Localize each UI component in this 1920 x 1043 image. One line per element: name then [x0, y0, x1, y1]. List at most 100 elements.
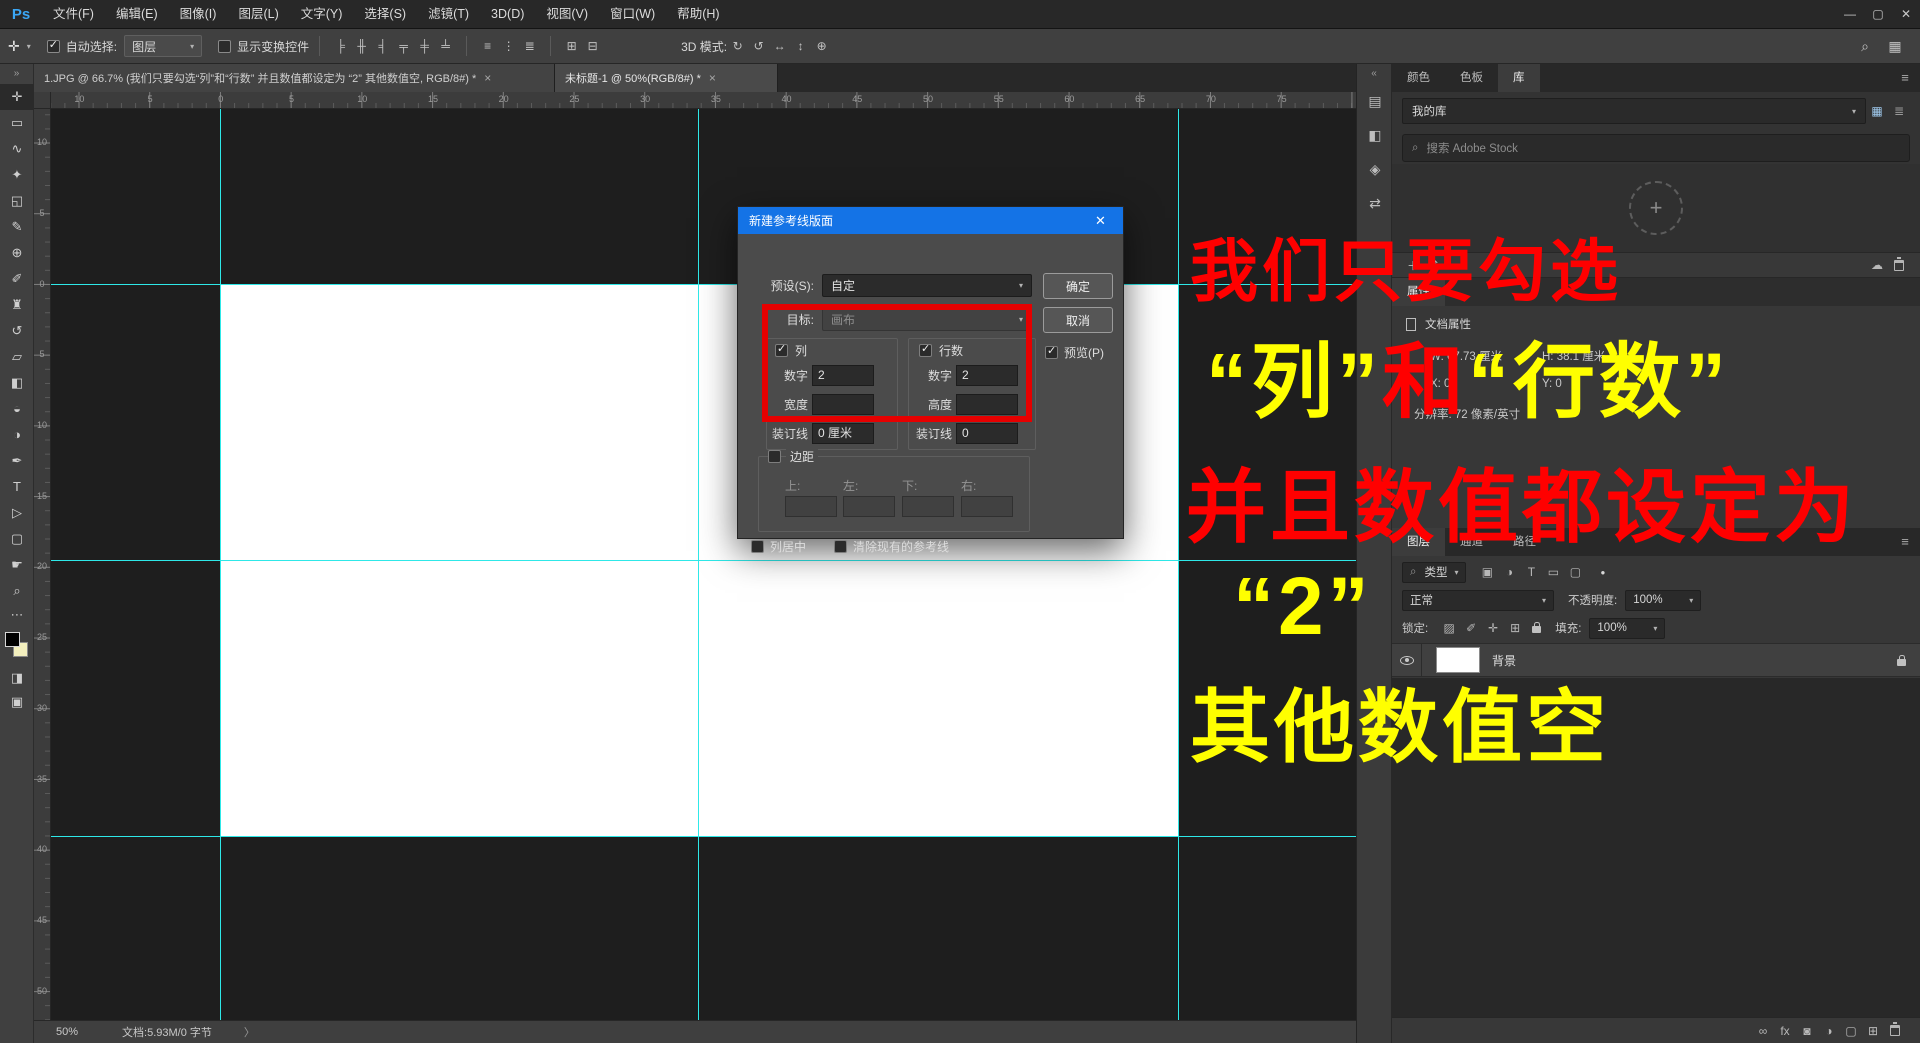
- tool-crop[interactable]: ◱: [0, 188, 34, 214]
- lock-transparency-icon[interactable]: ▨: [1438, 621, 1460, 635]
- guide-vertical-right[interactable]: [1178, 109, 1179, 1020]
- layer-thumbnail[interactable]: [1436, 647, 1480, 673]
- tool-eraser[interactable]: ▱: [0, 344, 34, 370]
- edit-toolbar-icon[interactable]: ⋯: [0, 604, 34, 626]
- info-panel-icon[interactable]: ◈: [1357, 152, 1393, 186]
- status-chevron-icon[interactable]: 〉: [244, 1024, 255, 1040]
- auto-blend-icon[interactable]: ⊟: [582, 35, 603, 57]
- layer-group-icon[interactable]: ▢: [1840, 1024, 1862, 1038]
- align-center-h-icon[interactable]: ╫: [351, 35, 372, 57]
- margins-checkbox[interactable]: [768, 450, 781, 463]
- tab-channels[interactable]: 通道: [1445, 528, 1498, 556]
- distribute-vertical-icon[interactable]: ≡: [477, 35, 498, 57]
- menu-item[interactable]: 选择(S): [353, 0, 417, 29]
- 3d-scale-icon[interactable]: ⊕: [811, 35, 832, 57]
- tool-dodge[interactable]: ◑: [0, 422, 34, 448]
- menu-item[interactable]: 视图(V): [535, 0, 599, 29]
- menu-item[interactable]: 图像(I): [169, 0, 228, 29]
- menu-item[interactable]: 3D(D): [480, 0, 535, 29]
- tool-quick-select[interactable]: ✦: [0, 162, 34, 188]
- document-tab-1[interactable]: 1.JPG @ 66.7% (我们只要勾选“列”和“行数” 并且数值都设定为 “…: [34, 64, 555, 92]
- tool-gradient[interactable]: ◧: [0, 370, 34, 396]
- filter-smart-objects-icon[interactable]: ▢: [1564, 565, 1586, 579]
- cancel-button[interactable]: 取消: [1043, 307, 1113, 333]
- horizontal-ruler[interactable]: 10 5 0 5 10 15 20 25 30 35 40 45 50 55 60 65 70 75: [51, 92, 1356, 109]
- document-tab-2-active[interactable]: 未标题-1 @ 50%(RGB/8#) * ×: [555, 64, 778, 92]
- lock-artboard-icon[interactable]: ⊞: [1504, 621, 1526, 635]
- tab-color[interactable]: 颜色: [1392, 64, 1445, 92]
- dialog-close-button[interactable]: ✕: [1078, 207, 1123, 234]
- tool-eyedropper[interactable]: ✎: [0, 214, 34, 240]
- add-library-item-icon[interactable]: ＋: [1402, 257, 1424, 274]
- guide-vertical-center[interactable]: [698, 109, 699, 1020]
- new-layer-icon[interactable]: ⊞: [1862, 1024, 1884, 1038]
- auto-select-checkbox[interactable]: [46, 39, 60, 53]
- 3d-slide-icon[interactable]: ↕: [790, 35, 811, 57]
- guide-horizontal-top[interactable]: [51, 284, 1356, 285]
- opacity-dropdown[interactable]: 100%: [1625, 589, 1702, 611]
- delete-layer-icon[interactable]: [1890, 1022, 1900, 1036]
- share-library-icon[interactable]: ↥: [1424, 258, 1446, 272]
- lock-pixels-icon[interactable]: ✐: [1460, 621, 1482, 635]
- layers-menu-icon[interactable]: ≡: [1890, 528, 1920, 556]
- color-swatches[interactable]: [0, 630, 34, 666]
- library-drop-target[interactable]: +: [1629, 181, 1683, 235]
- tool-zoom[interactable]: ⌕: [0, 578, 34, 604]
- tool-hand[interactable]: ☛: [0, 552, 34, 578]
- align-bottom-icon[interactable]: ╧: [435, 35, 456, 57]
- tab-close-icon[interactable]: ×: [709, 71, 716, 85]
- search-icon[interactable]: ⌕: [1850, 35, 1880, 57]
- fill-dropdown[interactable]: 100%: [1589, 617, 1666, 639]
- quick-mask-icon[interactable]: ◨: [0, 666, 34, 690]
- align-left-icon[interactable]: ╞: [330, 35, 351, 57]
- layer-row-background[interactable]: 背景: [1392, 643, 1920, 677]
- ok-button[interactable]: 确定: [1043, 273, 1113, 299]
- tool-brush[interactable]: ✐: [0, 266, 34, 292]
- align-right-icon[interactable]: ╡: [372, 35, 393, 57]
- blend-mode-dropdown[interactable]: 正常: [1402, 589, 1554, 611]
- align-middle-icon[interactable]: ╪: [414, 35, 435, 57]
- auto-select-dropdown[interactable]: 图层: [124, 35, 203, 57]
- minimize-button[interactable]: —: [1836, 0, 1864, 29]
- center-columns-checkbox[interactable]: [751, 540, 764, 553]
- tab-swatches[interactable]: 色板: [1445, 64, 1498, 92]
- tab-paths[interactable]: 路径: [1498, 528, 1551, 556]
- tab-libraries[interactable]: 库: [1498, 64, 1540, 92]
- tab-close-icon[interactable]: ×: [484, 71, 491, 85]
- filter-shape-layers-icon[interactable]: ▭: [1542, 565, 1564, 579]
- ruler-corner[interactable]: [34, 92, 51, 109]
- grid-view-icon[interactable]: ▦: [1866, 104, 1888, 118]
- distribute-spacing-icon[interactable]: ≣: [519, 35, 540, 57]
- 3d-drag-icon[interactable]: ↔: [769, 35, 790, 57]
- library-search-input[interactable]: ⌕ 搜索 Adobe Stock: [1402, 134, 1910, 162]
- tool-shape[interactable]: ▢: [0, 526, 34, 552]
- toolstrip-expand-icon[interactable]: »: [0, 64, 33, 84]
- menu-item[interactable]: 滤镜(T): [417, 0, 480, 29]
- layer-visibility-cell[interactable]: [1392, 644, 1422, 676]
- guide-horizontal-center[interactable]: [51, 560, 1356, 561]
- layer-style-icon[interactable]: fx: [1774, 1024, 1796, 1038]
- list-view-icon[interactable]: ≣: [1888, 104, 1910, 118]
- library-dropdown[interactable]: 我的库: [1402, 98, 1866, 124]
- menu-item[interactable]: 文字(Y): [290, 0, 354, 29]
- histogram-panel-icon[interactable]: ▤: [1357, 84, 1393, 118]
- close-window-button[interactable]: ✕: [1892, 0, 1920, 29]
- auto-align-icon[interactable]: ⊞: [561, 35, 582, 57]
- maximize-button[interactable]: ▢: [1864, 0, 1892, 29]
- show-transform-checkbox[interactable]: [218, 39, 232, 53]
- tool-marquee[interactable]: ▭: [0, 110, 34, 136]
- panelstrip-expand-icon[interactable]: «: [1357, 64, 1391, 84]
- vertical-ruler[interactable]: 10 5 0 5 10 15 20 25 30 35 40 45 50: [34, 109, 51, 1020]
- lock-position-icon[interactable]: ✛: [1482, 621, 1504, 635]
- rows-gutter-input[interactable]: 0: [956, 423, 1018, 444]
- filter-toggle-icon[interactable]: ●: [1600, 568, 1605, 577]
- tab-properties[interactable]: 属性: [1392, 278, 1445, 306]
- menu-item[interactable]: 帮助(H): [666, 0, 730, 29]
- tool-lasso[interactable]: ∿: [0, 136, 34, 162]
- lock-all-icon[interactable]: [1532, 621, 1542, 633]
- tool-clone-stamp[interactable]: ♜: [0, 292, 34, 318]
- delete-library-item-icon[interactable]: [1894, 256, 1904, 271]
- distribute-horizontal-icon[interactable]: ⋮: [498, 35, 519, 57]
- tool-type[interactable]: T: [0, 474, 34, 500]
- filter-pixel-layers-icon[interactable]: ▣: [1476, 565, 1498, 579]
